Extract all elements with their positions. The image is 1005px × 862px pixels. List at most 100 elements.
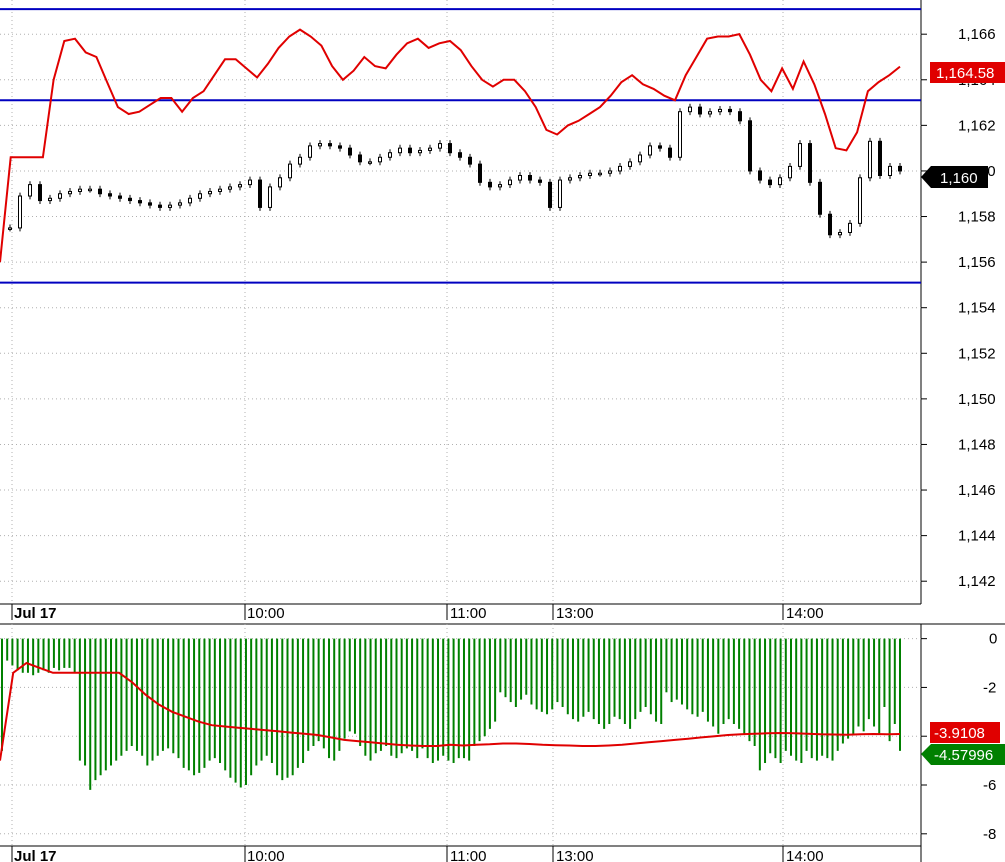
candle-body <box>58 193 62 199</box>
candle-body <box>248 179 252 186</box>
candle-body <box>718 108 722 113</box>
candle-body <box>188 197 192 204</box>
candle-body <box>98 188 102 195</box>
last-price-flag: 1,160 <box>921 166 988 188</box>
indicator-x-tick-label: Jul 17 <box>14 848 57 862</box>
candle-body <box>578 175 582 179</box>
price-y-tick-label: 1,166 <box>958 26 996 43</box>
overlay-last-flag-text: 1,164.58 <box>936 65 994 82</box>
price-panel: 1,142 1,144 1,146 1,148 1,150 1,152 1,154 1,156… <box>0 0 1005 622</box>
candle-body <box>328 143 332 147</box>
candle-body <box>438 143 442 149</box>
price-y-tick-label: 1,154 <box>958 300 996 317</box>
candle-body <box>208 190 212 195</box>
candle-body <box>538 179 542 183</box>
price-candles <box>8 103 902 239</box>
price-gridlines <box>0 0 921 604</box>
candle-body <box>228 186 232 190</box>
price-x-tick-label: 13:00 <box>556 605 594 622</box>
candle-body <box>608 170 612 174</box>
candle-body <box>508 179 512 186</box>
candle-body <box>8 227 12 230</box>
candle-body <box>838 231 842 236</box>
candle-body <box>48 197 52 202</box>
price-y-tick-label: 1,150 <box>958 391 996 408</box>
indicator-bars <box>1 638 901 790</box>
indicator-gridlines <box>0 624 921 846</box>
candle-body <box>298 156 302 165</box>
candle-body <box>688 106 692 113</box>
candle-body <box>128 197 132 202</box>
candle-body <box>398 147 402 154</box>
candle-body <box>358 154 362 163</box>
candle-body <box>418 149 422 154</box>
candle-body <box>628 161 632 167</box>
candle-body <box>378 156 382 163</box>
indicator-y-tick-label: -2 <box>983 679 996 696</box>
candle-body <box>148 202 152 206</box>
candle-body <box>848 222 852 233</box>
price-y-tick-label: 1,148 <box>958 436 996 453</box>
candle-body <box>138 200 142 204</box>
candle-body <box>548 181 552 208</box>
candle-body <box>768 179 772 186</box>
candle-body <box>198 193 202 199</box>
candle-body <box>518 175 522 181</box>
candle-body <box>698 106 702 115</box>
candle-body <box>158 204 162 208</box>
candle-body <box>638 154 642 163</box>
price-y-axis: 1,142 1,144 1,146 1,148 1,150 1,152 1,154 1,156… <box>921 26 996 590</box>
candle-body <box>778 177 782 186</box>
candle-body <box>338 145 342 149</box>
candle-body <box>288 163 292 179</box>
candle-body <box>878 140 882 177</box>
price-y-tick-label: 1,158 <box>958 209 996 226</box>
candle-body <box>708 111 712 115</box>
indicator-x-tick-label: 10:00 <box>247 848 285 862</box>
price-y-tick-label: 1,156 <box>958 254 996 271</box>
candle-body <box>618 165 622 172</box>
candle-body <box>588 172 592 177</box>
candle-body <box>448 143 452 154</box>
indicator-x-tick-label: 13:00 <box>556 848 594 862</box>
price-y-tick-label: 1,144 <box>958 528 996 545</box>
candle-body <box>118 195 122 199</box>
bar-value-flag-text: -4.57996 <box>934 747 993 764</box>
line-value-flag: -3.9108 <box>930 722 1000 743</box>
candle-body <box>748 120 752 172</box>
candle-body <box>678 111 682 158</box>
chart-canvas: 1,142 1,144 1,146 1,148 1,150 1,152 1,154 1,156… <box>0 0 1005 862</box>
candle-body <box>268 186 272 208</box>
indicator-panel: 0-2-4-6-8 Jul 1710:0011:0013:0014:00 -3.… <box>0 624 1005 862</box>
last-price-flag-text: 1,160 <box>940 170 978 187</box>
candle-body <box>108 193 112 197</box>
candle-body <box>858 177 862 224</box>
candle-body <box>738 111 742 122</box>
price-x-tick-label: 14:00 <box>786 605 824 622</box>
candle-body <box>318 143 322 147</box>
candle-body <box>868 140 872 179</box>
indicator-x-tick-label: 11:00 <box>450 848 486 862</box>
candle-body <box>658 145 662 149</box>
candle-body <box>78 188 82 192</box>
candle-body <box>88 188 92 192</box>
candle-body <box>458 152 462 158</box>
indicator-y-tick-label: -8 <box>983 826 996 843</box>
candle-body <box>368 161 372 164</box>
candle-body <box>478 163 482 183</box>
price-x-tick-label: 11:00 <box>450 605 486 622</box>
price-x-axis: Jul 17 10:00 11:00 13:00 14:00 <box>11 604 824 622</box>
candle-body <box>28 184 32 197</box>
candle-body <box>408 147 412 154</box>
indicator-x-axis: Jul 17 10:00 11:00 13:00 14:00 <box>11 846 824 862</box>
candle-body <box>818 181 822 215</box>
candle-body <box>898 165 902 172</box>
price-y-tick-label: 1,162 <box>958 117 996 134</box>
candle-body <box>278 177 282 188</box>
candle-body <box>178 202 182 206</box>
price-y-tick-label: 1,142 <box>958 573 996 590</box>
candle-body <box>568 177 572 181</box>
price-y-tick-label: 1,146 <box>958 482 996 499</box>
candle-body <box>38 184 42 202</box>
indicator-y-tick-label: -6 <box>983 777 996 794</box>
